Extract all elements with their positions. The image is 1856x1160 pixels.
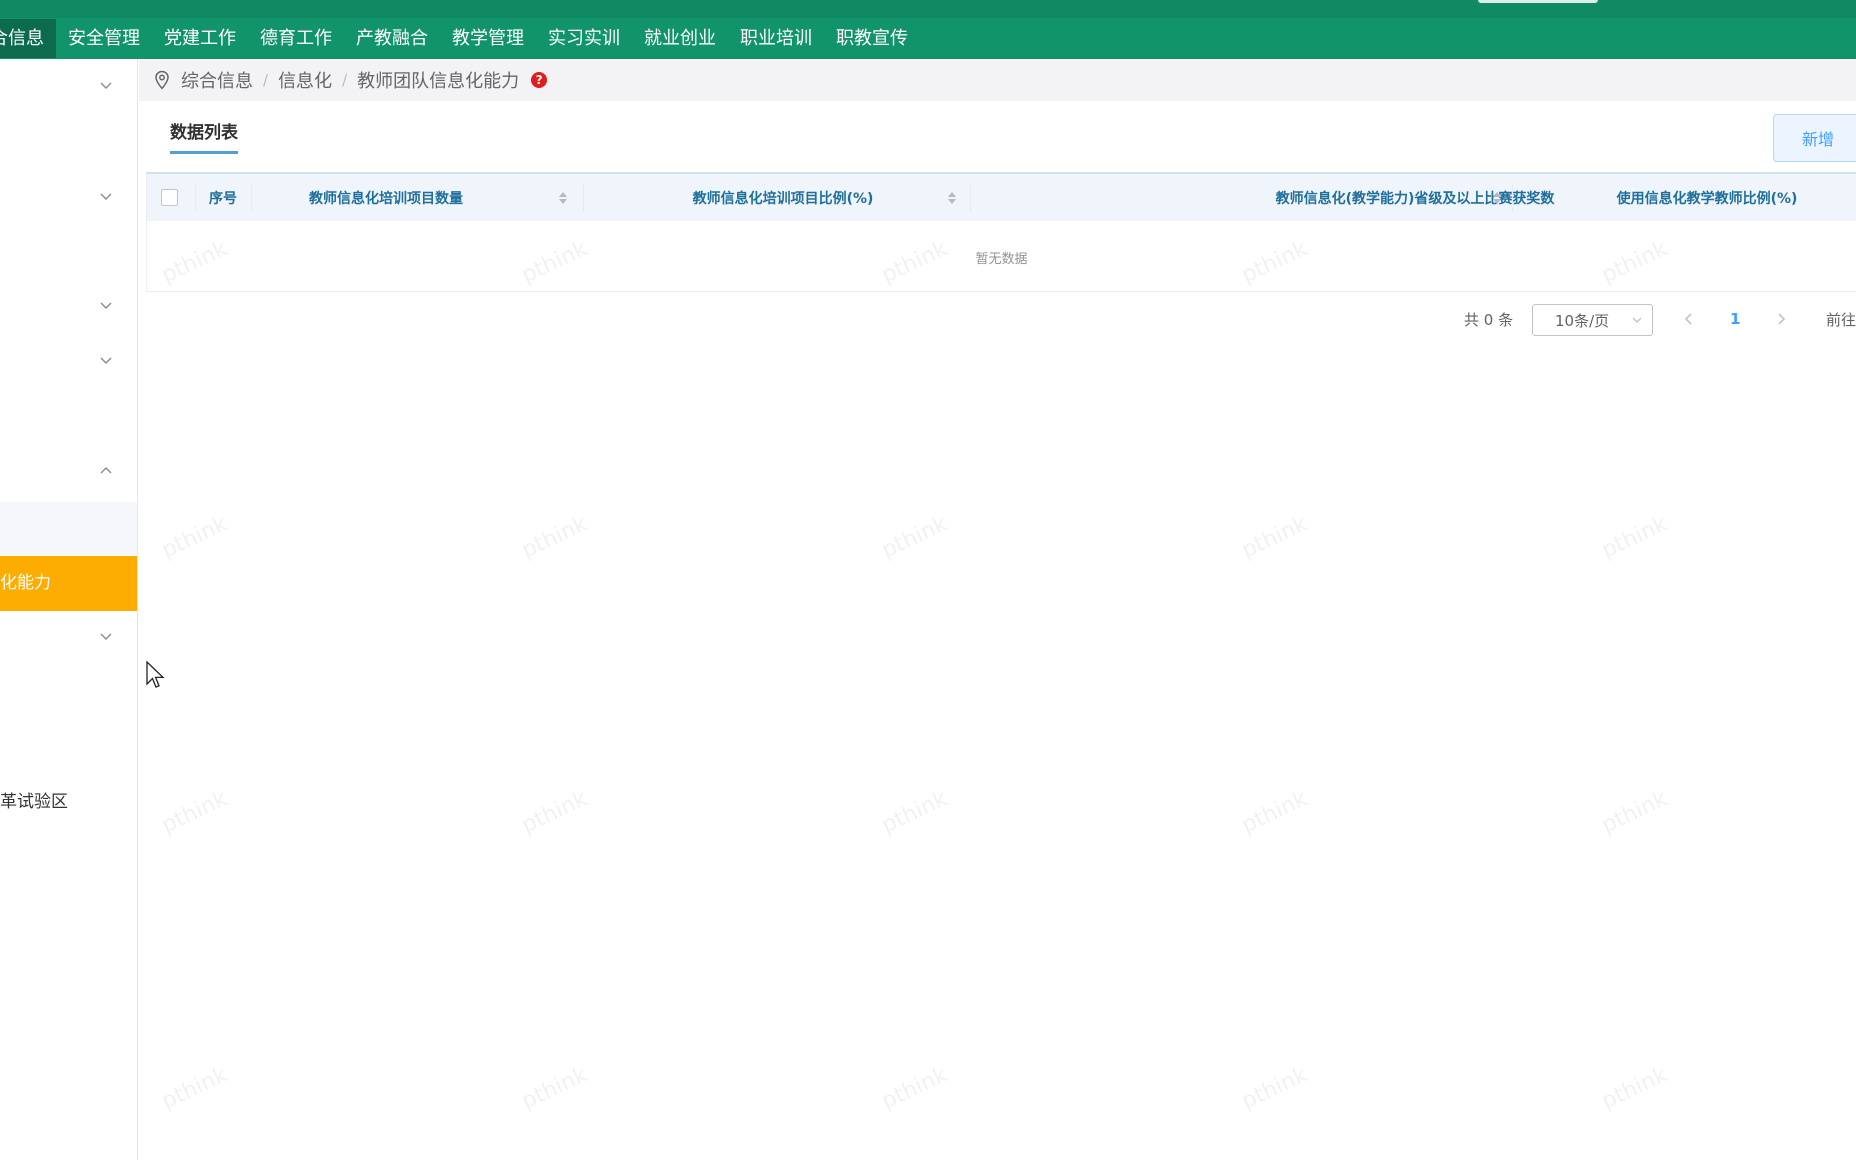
- watermark-text: pthink: [1237, 786, 1312, 839]
- chevron-right-icon[interactable]: [1772, 310, 1790, 328]
- table-header: 序号 教师信息化培训项目数量 教师信息化培训项目比例(%) 教师信息化(教学能力…: [147, 174, 1856, 221]
- tab-bar: 数据列表: [170, 118, 238, 154]
- chevron-up-icon[interactable]: [98, 463, 114, 479]
- watermark-text: pthink: [1237, 1062, 1312, 1115]
- sidebar-item-hovered[interactable]: [0, 502, 137, 555]
- watermark-text: pthink: [1597, 1062, 1672, 1115]
- breadcrumb: 综合信息 / 信息化 / 教师团队信息化能力 ?: [139, 59, 1856, 101]
- nav-item-industry[interactable]: 产教融合: [344, 19, 440, 58]
- watermark-text: pthink: [157, 786, 232, 839]
- nav-item-general-info[interactable]: 合信息: [0, 19, 56, 58]
- breadcrumb-item-general-info[interactable]: 综合信息: [181, 67, 253, 93]
- sort-icon[interactable]: [1491, 190, 1503, 206]
- watermark-text: pthink: [517, 1062, 592, 1115]
- chevron-down-icon[interactable]: [98, 352, 114, 368]
- watermark-text: pthink: [877, 1062, 952, 1115]
- column-header-index: 序号: [209, 190, 237, 207]
- watermark-text: pthink: [1237, 511, 1312, 564]
- nav-item-party[interactable]: 党建工作: [152, 19, 248, 58]
- column-header-teacher-ratio[interactable]: 使用信息化教学教师比例(%): [1512, 174, 1856, 221]
- help-icon[interactable]: ?: [531, 72, 548, 88]
- watermark-text: pthink: [157, 1062, 232, 1115]
- add-button[interactable]: 新增: [1773, 114, 1856, 162]
- pagination-goto-label: 前往: [1826, 310, 1856, 329]
- breadcrumb-separator: /: [342, 71, 348, 89]
- watermark-text: pthink: [1597, 786, 1672, 839]
- nav-item-moral[interactable]: 德育工作: [248, 19, 344, 58]
- sidebar-item-label: 化能力: [0, 573, 51, 593]
- breadcrumb-separator: /: [263, 71, 269, 89]
- watermark-text: pthink: [517, 786, 592, 839]
- nav-item-teaching[interactable]: 教学管理: [440, 19, 536, 58]
- pagination-current-page[interactable]: 1: [1730, 310, 1740, 328]
- location-pin-icon: [155, 70, 169, 90]
- watermark-text: pthink: [517, 511, 592, 564]
- watermark-text: pthink: [157, 511, 232, 564]
- watermark-text: pthink: [877, 511, 952, 564]
- nav-item-training[interactable]: 职业培训: [728, 19, 824, 58]
- mouse-cursor-icon: [146, 660, 165, 688]
- page-size-select[interactable]: 10条/页: [1532, 304, 1653, 336]
- chevron-down-icon: [1632, 317, 1642, 323]
- pagination-total: 共 0 条: [1464, 310, 1514, 329]
- sort-icon[interactable]: [557, 190, 569, 206]
- page-size-value: 10条/页: [1555, 311, 1610, 330]
- data-table: 序号 教师信息化培训项目数量 教师信息化培训项目比例(%) 教师信息化(教学能力…: [146, 172, 1856, 292]
- sort-icon[interactable]: [946, 190, 958, 206]
- breadcrumb-item-current: 教师团队信息化能力: [357, 71, 520, 92]
- chevron-down-icon[interactable]: [98, 77, 114, 93]
- select-all-checkbox[interactable]: [161, 189, 178, 206]
- nav-item-safety[interactable]: 安全管理: [56, 19, 152, 58]
- sidebar-item-teacher-it-ability[interactable]: 化能力: [0, 556, 137, 611]
- sidebar: 化能力 革试验区: [0, 59, 138, 1160]
- chevron-down-icon[interactable]: [98, 188, 114, 204]
- watermark-text: pthink: [1597, 511, 1672, 564]
- column-header-training-ratio[interactable]: 教师信息化培训项目比例(%): [583, 174, 983, 221]
- nav-item-publicity[interactable]: 职教宣传: [824, 19, 920, 58]
- header-user-widget[interactable]: [1478, 0, 1598, 3]
- watermark-text: pthink: [877, 786, 952, 839]
- table-empty-text: 暂无数据: [975, 251, 1028, 267]
- tab-data-list[interactable]: 数据列表: [170, 118, 238, 154]
- chevron-left-icon[interactable]: [1680, 310, 1698, 328]
- chevron-down-icon[interactable]: [98, 628, 114, 644]
- nav-item-internship[interactable]: 实习实训: [536, 19, 632, 58]
- top-header: 合信息 安全管理 党建工作 德育工作 产教融合 教学管理 实习实训 就业创业 职…: [0, 0, 1856, 59]
- chevron-down-icon[interactable]: [98, 297, 114, 313]
- nav-item-employment[interactable]: 就业创业: [632, 19, 728, 58]
- column-header-training-count[interactable]: 教师信息化培训项目数量: [251, 174, 521, 221]
- breadcrumb-item-it[interactable]: 信息化: [278, 67, 332, 93]
- sidebar-item-reform-zone[interactable]: 革试验区: [0, 787, 68, 812]
- main-nav: 合信息 安全管理 党建工作 德育工作 产教融合 教学管理 实习实训 就业创业 职…: [0, 19, 920, 58]
